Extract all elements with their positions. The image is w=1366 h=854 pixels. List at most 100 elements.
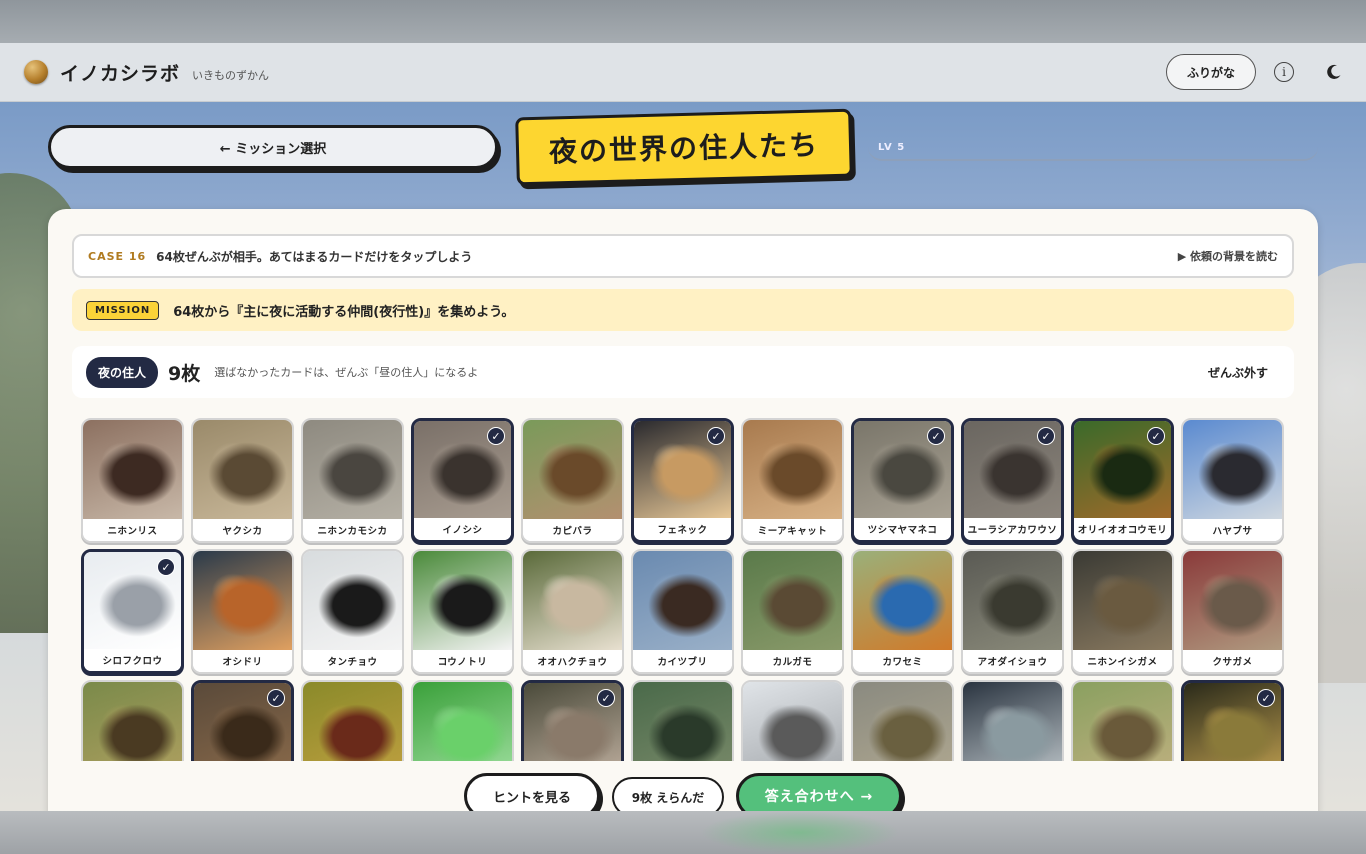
- animal-photo: [193, 420, 292, 519]
- mission-bar: MISSION 64枚から『主に夜に活動する仲間(夜行性)』を集めよう。: [72, 289, 1294, 331]
- animal-photo: [633, 551, 732, 650]
- info-icon[interactable]: i: [1274, 62, 1294, 82]
- selected-check-icon: ✓: [267, 689, 285, 707]
- animal-card-label: コウノトリ: [413, 650, 512, 672]
- animal-card-label: アオダイショウ: [963, 650, 1062, 672]
- animal-photo: [303, 420, 402, 519]
- dark-mode-moon-icon[interactable]: [1326, 64, 1342, 80]
- animal-photo: [413, 682, 512, 761]
- selected-check-icon: ✓: [157, 558, 175, 576]
- animal-card[interactable]: ハヤブサ: [1181, 418, 1284, 543]
- animal-card[interactable]: ✓ フェネック: [631, 418, 734, 543]
- brand-name: イノカシラボ: [60, 62, 181, 85]
- animal-card[interactable]: [741, 680, 844, 761]
- animal-photo: [963, 551, 1062, 650]
- animal-photo: [1183, 551, 1282, 650]
- header-actions: ふりがな i: [1165, 54, 1342, 90]
- animal-photo: [83, 420, 182, 519]
- selected-check-icon: ✓: [1147, 427, 1165, 445]
- animal-card[interactable]: カワセミ: [851, 549, 954, 674]
- animal-card[interactable]: ✓ イノシシ: [411, 418, 514, 543]
- night-group-badge: 夜の住人: [86, 356, 159, 388]
- animal-card[interactable]: ミーアキャット: [741, 418, 844, 543]
- animal-card[interactable]: オオハクチョウ: [521, 549, 624, 674]
- hint-button[interactable]: ヒントを見る: [464, 773, 600, 811]
- selected-check-icon: ✓: [927, 427, 945, 445]
- selected-count-pill: 9枚 えらんだ: [612, 777, 724, 811]
- animal-card[interactable]: ✓ ツシマヤマネコ: [851, 418, 954, 543]
- animal-card[interactable]: ニホンリス: [81, 418, 184, 543]
- animal-card[interactable]: [81, 680, 184, 761]
- animal-card[interactable]: カルガモ: [741, 549, 844, 674]
- animal-card[interactable]: ✓: [191, 680, 294, 761]
- card-grid-scroll[interactable]: ニホンリス ヤクシカ ニホンカモシカ ✓ イノシシ カピバラ ✓ フェネック ミーアキャット ✓ ツ…: [78, 415, 1288, 761]
- app-header: イノカシラボ いきものずかん ふりがな i: [0, 43, 1366, 102]
- animal-card-label: カワセミ: [853, 650, 952, 672]
- animal-card[interactable]: カイツブリ: [631, 549, 734, 674]
- selected-check-icon: ✓: [707, 427, 725, 445]
- screen-top-band: [0, 0, 1366, 43]
- animal-photo: [303, 551, 402, 650]
- check-answers-button[interactable]: 答え合わせへ →: [736, 773, 902, 811]
- animal-card[interactable]: [1071, 680, 1174, 761]
- furigana-toggle-button[interactable]: ふりがな: [1165, 54, 1256, 90]
- animal-card[interactable]: [411, 680, 514, 761]
- logo-ball-icon: [24, 60, 48, 84]
- animal-photo: [193, 551, 292, 650]
- animal-photo: [853, 551, 952, 650]
- animal-card[interactable]: [301, 680, 404, 761]
- animal-card[interactable]: ✓: [521, 680, 624, 761]
- app-stage: イノカシラボ いきものずかん ふりがな i ← ミッション選択 夜の世界の住人た…: [0, 43, 1366, 811]
- animal-photo: [413, 551, 512, 650]
- animal-card[interactable]: クサガメ: [1181, 549, 1284, 674]
- animal-card[interactable]: アオダイショウ: [961, 549, 1064, 674]
- selected-check-icon: ✓: [597, 689, 615, 707]
- animal-card[interactable]: ヤクシカ: [191, 418, 294, 543]
- animal-card[interactable]: [851, 680, 954, 761]
- animal-card-label: ツシマヤマネコ: [854, 518, 951, 540]
- animal-photo: [853, 682, 952, 761]
- animal-card-label: タンチョウ: [303, 650, 402, 672]
- animal-photo: [1073, 682, 1172, 761]
- animal-card[interactable]: ✓ シロフクロウ: [81, 549, 184, 674]
- animal-photo: [523, 551, 622, 650]
- button-glow: [700, 811, 900, 854]
- animal-photo: [303, 682, 402, 761]
- animal-card-label: カルガモ: [743, 650, 842, 672]
- animal-card-label: ニホンカモシカ: [303, 519, 402, 541]
- animal-card-label: カピバラ: [523, 519, 622, 541]
- animal-card[interactable]: [961, 680, 1064, 761]
- animal-photo: [1183, 420, 1282, 519]
- mission-text: 64枚から『主に夜に活動する仲間(夜行性)』を集めよう。: [173, 304, 515, 320]
- animal-card-label: フェネック: [634, 518, 731, 540]
- animal-card[interactable]: ✓ オリイオオコウモリ: [1071, 418, 1174, 543]
- animal-card-label: クサガメ: [1183, 650, 1282, 672]
- animal-card[interactable]: カピバラ: [521, 418, 624, 543]
- read-background-link[interactable]: ▶ 依頼の背景を読む: [1178, 248, 1278, 264]
- case-bar: CASE 16 64枚ぜんぶが相手。あてはまるカードだけをタップしよう ▶ 依頼…: [72, 234, 1294, 278]
- animal-card[interactable]: コウノトリ: [411, 549, 514, 674]
- level-indicator: LV 5: [868, 135, 1318, 161]
- animal-card[interactable]: タンチョウ: [301, 549, 404, 674]
- selection-note: 選ばなかったカードは、ぜんぶ「昼の住人」になるよ: [214, 366, 479, 379]
- animal-card[interactable]: ✓ ユーラシアカワウソ: [961, 418, 1064, 543]
- animal-card-label: イノシシ: [414, 518, 511, 540]
- level-label: LV 5: [878, 141, 906, 153]
- animal-card[interactable]: ニホンイシガメ: [1071, 549, 1174, 674]
- card-grid: ニホンリス ヤクシカ ニホンカモシカ ✓ イノシシ カピバラ ✓ フェネック ミーアキャット ✓ ツ…: [78, 415, 1288, 761]
- animal-photo: [1073, 551, 1172, 650]
- back-to-mission-select-button[interactable]: ← ミッション選択: [48, 125, 498, 169]
- animal-card[interactable]: オシドリ: [191, 549, 294, 674]
- footer-actions: ヒントを見る 9枚 えらんだ 答え合わせへ →: [48, 773, 1318, 811]
- animal-card[interactable]: ニホンカモシカ: [301, 418, 404, 543]
- animal-card[interactable]: [631, 680, 734, 761]
- deselect-all-button[interactable]: ぜんぶ外す: [1208, 364, 1268, 381]
- screen-bottom-band: [0, 811, 1366, 854]
- animal-card-label: ミーアキャット: [743, 519, 842, 541]
- animal-photo: [743, 420, 842, 519]
- mission-title-card: 夜の世界の住人たち: [515, 108, 853, 186]
- animal-card[interactable]: ✓: [1181, 680, 1284, 761]
- animal-card-label: オリイオオコウモリ: [1074, 518, 1171, 540]
- animal-card-label: ニホンイシガメ: [1073, 650, 1172, 672]
- selected-count: 9枚: [168, 362, 201, 385]
